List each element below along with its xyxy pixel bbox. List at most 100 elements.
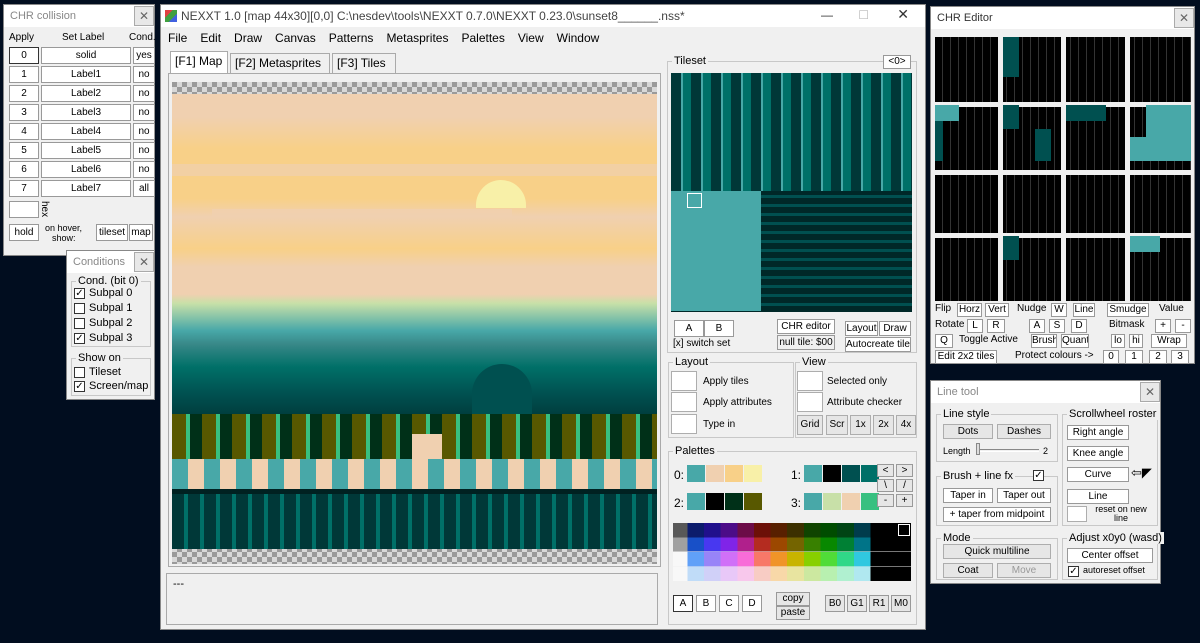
collision-cond-button[interactable]: no (133, 85, 155, 102)
master-palette-grid[interactable] (673, 523, 911, 581)
palette-swatch[interactable] (823, 465, 841, 482)
palette-arrow-button[interactable]: \ (877, 479, 894, 492)
right-angle-button[interactable]: Right angle (1067, 425, 1129, 440)
palette-swatch[interactable] (842, 493, 860, 510)
chr-row2-5[interactable]: D (1071, 319, 1087, 333)
chr-row2-1[interactable]: L (967, 319, 983, 333)
menu-window[interactable]: Window (557, 31, 600, 45)
collision-index-button[interactable]: 2 (9, 85, 39, 102)
collision-cond-button[interactable]: no (133, 66, 155, 83)
menu-file[interactable]: File (168, 31, 187, 45)
collision-cond-button[interactable]: no (133, 104, 155, 121)
chr-row4-4[interactable]: 2 (1149, 350, 1167, 364)
brush-fx-checkbox[interactable]: ✓ (1033, 470, 1044, 481)
chr-row4-0[interactable]: Edit 2x2 tiles (935, 350, 997, 364)
line-button[interactable]: Line (1067, 489, 1129, 504)
null-tile-field[interactable]: null tile: $00 (777, 335, 835, 350)
palette-swatch[interactable] (687, 493, 705, 510)
show-on-checkbox[interactable]: ✓ (74, 381, 85, 392)
maximize-icon[interactable]: ☐ (858, 8, 869, 22)
length-slider[interactable] (977, 449, 1039, 452)
menu-edit[interactable]: Edit (200, 31, 221, 45)
menu-draw[interactable]: Draw (234, 31, 262, 45)
palette-swatch[interactable] (725, 465, 743, 482)
chr-row3-4[interactable]: lo (1111, 334, 1125, 348)
palette-swatch[interactable] (706, 493, 724, 510)
collision-label-button[interactable]: Label1 (41, 66, 131, 83)
tileset-a-button[interactable]: A (674, 320, 704, 337)
chr-row1-1[interactable]: Horz (957, 303, 982, 317)
palette-a-button[interactable]: A (673, 595, 693, 612)
subpal-checkbox[interactable] (74, 303, 85, 314)
palette-swatch[interactable] (744, 465, 762, 482)
chr-row1-5[interactable]: Line (1073, 303, 1095, 317)
palette-arrow-button[interactable]: < (877, 464, 894, 477)
zoom-1x-button[interactable]: 1x (850, 415, 871, 435)
palette-swatch[interactable] (804, 465, 822, 482)
menu-view[interactable]: View (518, 31, 544, 45)
hex-input[interactable] (9, 201, 39, 218)
chr-editor-button[interactable]: CHR editor (777, 319, 835, 334)
palette-swatch[interactable] (804, 493, 822, 510)
chr-row3-5[interactable]: hi (1129, 334, 1143, 348)
collision-label-button[interactable]: Label3 (41, 104, 131, 121)
chr-row2-8[interactable]: - (1175, 319, 1191, 333)
paste-button[interactable]: paste (776, 606, 810, 620)
chr-row3-6[interactable]: Wrap (1151, 334, 1187, 348)
chr-row3-3[interactable]: Quant. (1061, 334, 1089, 348)
close-icon[interactable]: ✕ (134, 252, 154, 272)
taper-mid-button[interactable]: + taper from midpoint (943, 507, 1051, 522)
collision-index-button[interactable]: 5 (9, 142, 39, 159)
palette-arrow-button[interactable]: - (877, 494, 894, 507)
switch-set-label[interactable]: [x] switch set (673, 338, 730, 349)
chr-row4-5[interactable]: 3 (1171, 350, 1189, 364)
bank-g1-button[interactable]: G1 (847, 595, 867, 612)
center-offset-button[interactable]: Center offset (1067, 548, 1153, 563)
palette-swatch[interactable] (687, 465, 705, 482)
collision-cond-button[interactable]: no (133, 142, 155, 159)
collision-index-button[interactable]: 7 (9, 180, 39, 197)
collision-cond-button[interactable]: no (133, 123, 155, 140)
knee-angle-button[interactable]: Knee angle (1067, 446, 1129, 461)
bank-m0-button[interactable]: M0 (891, 595, 911, 612)
chr-row4-2[interactable]: 0 (1103, 350, 1119, 364)
chr-row3-2[interactable]: Brush (1031, 334, 1057, 348)
collision-index-button[interactable]: 4 (9, 123, 39, 140)
palette-arrow-button[interactable]: + (896, 494, 913, 507)
palette-d-button[interactable]: D (742, 595, 762, 612)
bank-r1-button[interactable]: R1 (869, 595, 889, 612)
autocreate-button[interactable]: Autocreate tiles (845, 337, 911, 352)
chr-row2-4[interactable]: S (1049, 319, 1065, 333)
dashes-button[interactable]: Dashes (997, 424, 1051, 439)
chr-editor-canvas[interactable] (935, 37, 1191, 301)
dots-button[interactable]: Dots (943, 424, 993, 439)
tileset-draw-button[interactable]: Draw (879, 321, 911, 336)
tileset-selection[interactable] (687, 193, 702, 208)
palette-arrow-button[interactable]: / (896, 479, 913, 492)
tab-1[interactable]: [F2] Metasprites (230, 53, 330, 73)
menu-patterns[interactable]: Patterns (329, 31, 374, 45)
collision-label-button[interactable]: Label4 (41, 123, 131, 140)
move-button[interactable]: Move (997, 563, 1051, 578)
collision-label-button[interactable]: solid (41, 47, 131, 64)
apply-attributes-toggle[interactable] (671, 392, 697, 412)
map-canvas[interactable] (172, 82, 657, 564)
collision-label-button[interactable]: Label5 (41, 142, 131, 159)
taper-in-button[interactable]: Taper in (943, 488, 993, 503)
subpal-checkbox[interactable] (74, 318, 85, 329)
chr-row3-0[interactable]: Q (935, 334, 953, 348)
collision-index-button[interactable]: 0 (9, 47, 39, 64)
chr-row2-2[interactable]: R (987, 319, 1005, 333)
show-tileset-button[interactable]: tileset (96, 224, 128, 241)
zoom-2x-button[interactable]: 2x (873, 415, 894, 435)
menu-palettes[interactable]: Palettes (461, 31, 504, 45)
tileset-nav-button[interactable]: <0> (883, 55, 911, 69)
tileset-canvas[interactable] (671, 73, 912, 312)
coat-button[interactable]: Coat (943, 563, 993, 578)
collision-label-button[interactable]: Label7 (41, 180, 131, 197)
palette-swatch[interactable] (706, 465, 724, 482)
grid-button[interactable]: Grid (797, 415, 823, 435)
attribute-checker-toggle[interactable] (797, 392, 823, 412)
show-map-button[interactable]: map (129, 224, 153, 241)
chr-row2-7[interactable]: + (1155, 319, 1171, 333)
